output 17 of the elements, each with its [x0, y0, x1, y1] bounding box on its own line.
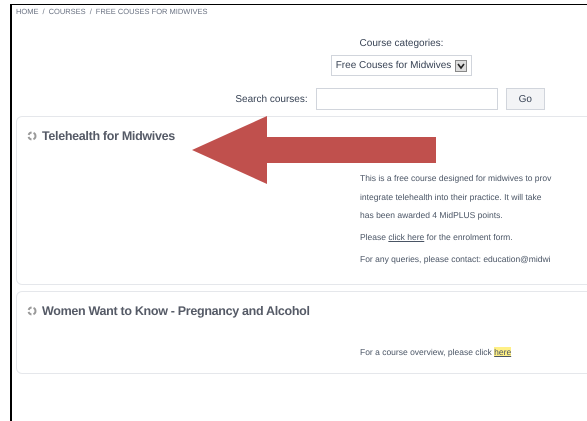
search-field[interactable] — [316, 88, 498, 110]
course-note: Please click here for the enrolment form. — [360, 231, 514, 244]
go-button[interactable]: Go — [506, 88, 545, 110]
course-description: This is a free course designed for midwives to prov — [360, 172, 552, 184]
course-icon — [27, 131, 37, 142]
course-description: For any queries, please contact: education@midwi — [360, 252, 552, 266]
course-title[interactable]: Telehealth for Midwives — [42, 127, 175, 146]
course-title[interactable]: Women Want to Know - Pregnancy and Alcohol — [42, 302, 310, 320]
course-description: integrate telehealth into their practice. It will take — [360, 190, 542, 204]
course-description: has been awarded 4 MidPLUS points. — [360, 209, 504, 222]
course-icon — [27, 306, 37, 316]
search-label: Search courses: — [235, 92, 308, 106]
category-dropdown[interactable]: Free Couses for Midwives — [330, 55, 472, 76]
categories-label: Course categories: — [360, 37, 444, 51]
course-link[interactable]: click here — [388, 232, 424, 242]
course-note: For a course overview, please click here — [360, 346, 512, 359]
course-link[interactable]: here — [494, 347, 512, 358]
